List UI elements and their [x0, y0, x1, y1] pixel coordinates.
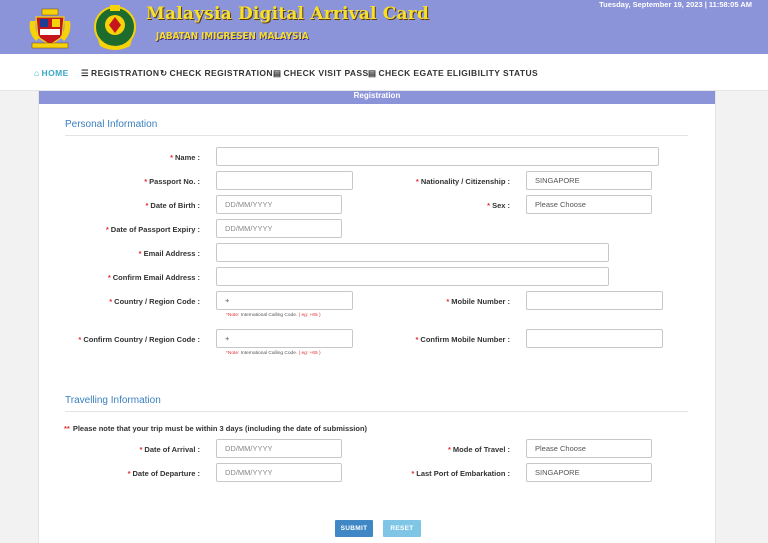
travel-mode-select[interactable]: Please Choose [526, 439, 652, 458]
passport-expiry-label: * Date of Passport Expiry : [105, 225, 200, 234]
country-code-input[interactable]: + [216, 291, 353, 310]
nationality-label: * Nationality / Citizenship : [415, 177, 510, 186]
confirm-email-input[interactable] [216, 267, 609, 286]
passport-input[interactable] [216, 171, 353, 190]
calling-code-note: *Note: International Calling Code. ( eg:… [226, 351, 321, 356]
travel-info-title: Travelling Information [65, 395, 161, 406]
nav-check-egate-label: CHECK EGATE ELIGIBILITY STATUS [378, 68, 539, 78]
passport-label: * Passport No. : [144, 177, 200, 186]
site-subtitle: JABATAN IMIGRESEN MALAYSIA [156, 31, 309, 42]
embarkation-port-select[interactable]: SINGAPORE [526, 463, 652, 482]
dob-label: * Date of Birth : [145, 201, 200, 210]
nationality-input[interactable]: SINGAPORE [526, 171, 652, 190]
nav-registration-label: REGISTRATION [91, 68, 160, 78]
site-title: Malaysia Digital Arrival Card [146, 4, 429, 24]
site-header: Malaysia Digital Arrival Card JABATAN IM… [0, 0, 768, 54]
dob-input[interactable]: DD/MM/YYYY [216, 195, 342, 214]
section-divider [65, 411, 688, 412]
refresh-icon: ↻ [160, 68, 168, 78]
coat-of-arms-logo [29, 8, 71, 49]
panel-title: Registration [39, 91, 715, 104]
email-label: * Email Address : [138, 249, 200, 258]
nav-check-registration-label: CHECK REGISTRATION [169, 68, 273, 78]
arrival-input[interactable]: DD/MM/YYYY [216, 439, 342, 458]
nav-check-visit-pass[interactable]: ▤ CHECK VISIT PASS [273, 68, 369, 79]
nav-home[interactable]: ⌂ HOME [34, 68, 69, 78]
nav-check-egate[interactable]: ▤ CHECK EGATE ELIGIBILITY STATUS [368, 68, 538, 79]
arrival-label: * Date of Arrival : [139, 445, 201, 454]
country-code-label: * Country / Region Code : [109, 297, 200, 306]
mobile-input[interactable] [526, 291, 663, 310]
departure-input[interactable]: DD/MM/YYYY [216, 463, 342, 482]
list-icon: ☰ [81, 68, 90, 78]
immigration-emblem-logo [94, 5, 136, 50]
sex-label: * Sex : [487, 201, 510, 210]
confirm-country-code-input[interactable]: + [216, 329, 353, 348]
sex-select[interactable]: Please Choose [526, 195, 652, 214]
travel-mode-label: * Mode of Travel : [447, 445, 510, 454]
departure-label: * Date of Departure : [127, 469, 200, 478]
passport-expiry-input[interactable]: DD/MM/YYYY [216, 219, 342, 238]
confirm-email-label: * Confirm Email Address : [107, 273, 200, 282]
date-time: Tuesday, September 19, 2023 | 11:58:05 A… [599, 0, 752, 9]
calling-code-note: *Note: International Calling Code. ( eg:… [226, 313, 321, 318]
name-label: * Name : [170, 153, 200, 162]
section-divider [65, 135, 688, 136]
document-icon: ▤ [368, 68, 377, 78]
nav-check-visit-pass-label: CHECK VISIT PASS [283, 68, 369, 78]
name-input[interactable] [216, 147, 659, 166]
document-icon: ▤ [273, 68, 282, 78]
confirm-country-code-label: * Confirm Country / Region Code : [78, 335, 200, 344]
mobile-label: * Mobile Number : [446, 297, 510, 306]
email-input[interactable] [216, 243, 609, 262]
nav-home-label: HOME [41, 68, 69, 78]
confirm-mobile-input[interactable] [526, 329, 663, 348]
reset-button[interactable]: RESET [383, 520, 421, 537]
confirm-mobile-label: * Confirm Mobile Number : [415, 335, 510, 344]
nav-check-registration[interactable]: ↻ CHECK REGISTRATION [160, 68, 273, 79]
embarkation-port-label: * Last Port of Embarkation : [411, 469, 510, 478]
trip-warning: ** Please note that your trip must be wit… [64, 424, 368, 433]
personal-info-title: Personal Information [65, 119, 158, 130]
main-nav: ⌂ HOME ☰ REGISTRATION ↻ CHECK REGISTRATION … [0, 54, 768, 91]
submit-button[interactable]: SUBMIT [335, 520, 373, 537]
home-icon: ⌂ [34, 68, 40, 78]
nav-registration[interactable]: ☰ REGISTRATION [81, 68, 159, 79]
